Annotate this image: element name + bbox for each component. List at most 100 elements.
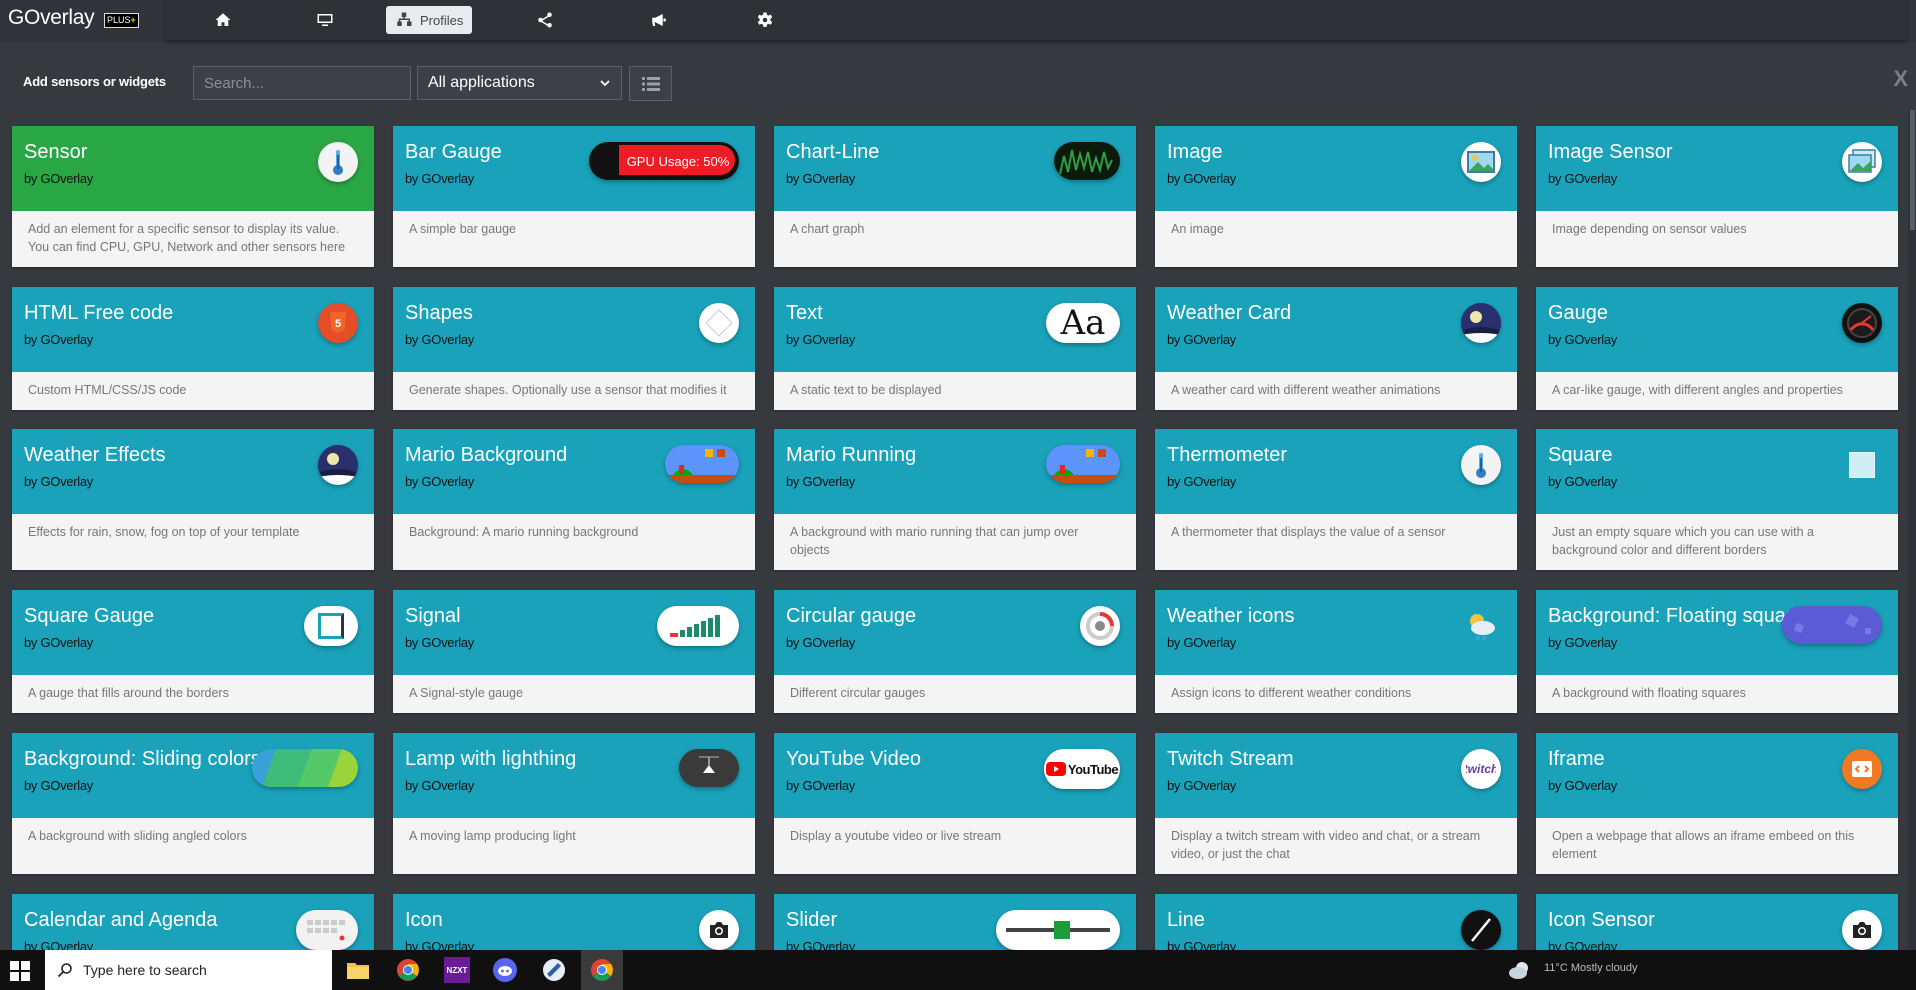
widget-card-author: by GOverlay <box>1548 171 1617 186</box>
widget-card[interactable]: Square Gauge by GOverlay A gauge that fill… <box>12 590 374 713</box>
widget-card-header: Gauge by GOverlay <box>1536 287 1898 372</box>
app-shortcut-icon[interactable] <box>540 956 568 984</box>
taskbar-search-box[interactable]: Type here to search <box>45 950 332 990</box>
nzxt-cam-icon[interactable]: NZXT <box>443 956 471 984</box>
widget-card[interactable]: Calendar and Agenda by GOverlay <box>12 894 374 950</box>
widget-card-header: Icon Sensor by GOverlay <box>1536 894 1898 950</box>
widget-card[interactable]: Image Sensor by GOverlay Image depending o… <box>1536 126 1898 267</box>
widget-card[interactable]: Square by GOverlay Just an empty square wh… <box>1536 429 1898 570</box>
widget-card[interactable]: Mario Background by GOverlay Background: A… <box>393 429 755 570</box>
widget-card-description: Background: A mario running background <box>409 525 639 539</box>
widget-card[interactable]: Signal by GOverlay A Signal-style gauge <box>393 590 755 713</box>
widget-card[interactable]: Shapes by GOverlay Generate shapes. Option… <box>393 287 755 410</box>
square-icon <box>1842 445 1882 485</box>
widget-card-header: Shapes by GOverlay <box>393 287 755 372</box>
widget-card-header: YouTube Video by GOverlay YouTube <box>774 733 1136 818</box>
widget-card-description: A background with floating squares <box>1552 686 1746 700</box>
widget-card-header: Mario Running by GOverlay <box>774 429 1136 514</box>
widget-card-author: by GOverlay <box>786 171 855 186</box>
widget-card-header: Icon by GOverlay <box>393 894 755 950</box>
widget-card-header: Square by GOverlay <box>1536 429 1898 514</box>
calendar-icon <box>296 910 358 950</box>
widget-card-header: Weather icons by GOverlay <box>1155 590 1517 675</box>
widget-card-author: by GOverlay <box>786 635 855 650</box>
widget-card[interactable]: Gauge by GOverlay A car-like gauge, with d… <box>1536 287 1898 410</box>
widget-card-title: Icon Sensor <box>1548 909 1655 931</box>
widget-card-title: Signal <box>405 605 461 627</box>
widget-card-title: Image <box>1167 141 1223 163</box>
widget-card[interactable]: Icon Sensor by GOverlay <box>1536 894 1898 950</box>
widget-card-header: Circular gauge by GOverlay <box>774 590 1136 675</box>
widget-card-title: Line <box>1167 909 1205 931</box>
widget-card-header: Square Gauge by GOverlay <box>12 590 374 675</box>
widget-card-description: A background with sliding angled colors <box>28 829 247 843</box>
speedometer-icon <box>1842 303 1882 343</box>
widget-card-description: Image depending on sensor values <box>1552 222 1747 236</box>
widget-card-title: Chart-Line <box>786 141 880 163</box>
sliding-colors-preview <box>252 749 358 787</box>
square-gauge-icon <box>304 606 358 646</box>
widget-card[interactable]: Iframe by GOverlay Open a webpage that all… <box>1536 733 1898 874</box>
widget-card[interactable]: Line by GOverlay <box>1155 894 1517 950</box>
widget-card[interactable]: Thermometer by GOverlay A thermometer that… <box>1155 429 1517 570</box>
widget-card[interactable]: Image by GOverlay An image <box>1155 126 1517 267</box>
widget-card[interactable]: Slider by GOverlay <box>774 894 1136 950</box>
widget-card[interactable]: Text by GOverlay Aa A static text to be dis… <box>774 287 1136 410</box>
widget-card[interactable]: Lamp with lighthing by GOverlay A moving l… <box>393 733 755 874</box>
widget-card-header: Image Sensor by GOverlay <box>1536 126 1898 211</box>
widget-card[interactable]: Mario Running by GOverlay A background wit… <box>774 429 1136 570</box>
weather-night-icon <box>318 445 358 485</box>
widget-card[interactable]: Sensor by GOverlay Add an element for a sp… <box>12 126 374 267</box>
scrollbar-track[interactable] <box>1908 110 1916 950</box>
widget-card-description: A static text to be displayed <box>790 383 942 397</box>
widget-card[interactable]: Twitch Stream by GOverlay twitch Display a … <box>1155 733 1517 874</box>
widget-card-title: Lamp with lighthing <box>405 748 577 770</box>
widget-card-description: Display a youtube video or live stream <box>790 829 1002 843</box>
widget-card-header: Sensor by GOverlay <box>12 126 374 211</box>
lamp-preview <box>679 749 739 787</box>
chrome-active-window-icon[interactable] <box>581 950 623 990</box>
widget-card[interactable]: HTML Free code by GOverlay 5 Custom HTML/CS… <box>12 287 374 410</box>
chrome-icon[interactable] <box>394 956 422 984</box>
widget-card-title: Weather icons <box>1167 605 1295 627</box>
widget-card[interactable]: Bar Gauge by GOverlay GPU Usage: 50% A simp… <box>393 126 755 267</box>
widget-card[interactable]: Background: Floating squares by GOverlay A… <box>1536 590 1898 713</box>
scrollbar-thumb[interactable] <box>1910 110 1915 230</box>
widget-card[interactable]: Weather Card by GOverlay A weather card wi… <box>1155 287 1517 410</box>
widget-card-description: A chart graph <box>790 222 865 236</box>
discord-icon[interactable] <box>491 956 519 984</box>
widget-card-title: Text <box>786 302 823 324</box>
image-icon <box>1461 142 1501 182</box>
widget-card-header: Twitch Stream by GOverlay twitch <box>1155 733 1517 818</box>
widget-card-title: Gauge <box>1548 302 1609 324</box>
widget-card[interactable]: YouTube Video by GOverlay YouTube Display a… <box>774 733 1136 874</box>
widget-card-description: Assign icons to different weather condit… <box>1171 686 1412 700</box>
widget-grid: Sensor by GOverlay Add an element for a sp… <box>0 0 1916 950</box>
widget-card[interactable]: Background: Sliding colors by GOverlay A b… <box>12 733 374 874</box>
line-icon <box>1461 910 1501 950</box>
windows-start-icon[interactable] <box>10 961 30 981</box>
widget-card-header: Text by GOverlay Aa <box>774 287 1136 372</box>
widget-card-author: by GOverlay <box>786 332 855 347</box>
bar-gauge-preview: GPU Usage: 50% <box>589 142 739 180</box>
widget-card-description: Effects for rain, snow, fog on top of yo… <box>28 525 300 539</box>
widget-card[interactable]: Chart-Line by GOverlay A chart graph <box>774 126 1136 267</box>
chart-line-preview <box>1054 142 1120 180</box>
widget-card[interactable]: Weather Effects by GOverlay Effects for ra… <box>12 429 374 570</box>
widget-card-title: Mario Running <box>786 444 917 466</box>
widget-card-title: YouTube Video <box>786 748 921 770</box>
widget-card-header: Weather Effects by GOverlay <box>12 429 374 514</box>
widget-card-description: Display a twitch stream with video and c… <box>1171 829 1481 861</box>
widget-card[interactable]: Weather icons by GOverlay Assign icons to … <box>1155 590 1517 713</box>
widget-card-header: Image by GOverlay <box>1155 126 1517 211</box>
widget-card[interactable]: Circular gauge by GOverlay Different circu… <box>774 590 1136 713</box>
widget-card-header: Iframe by GOverlay <box>1536 733 1898 818</box>
weather-tray-icon[interactable] <box>1508 960 1534 980</box>
file-explorer-icon[interactable] <box>344 956 372 984</box>
widget-card-author: by GOverlay <box>1167 778 1236 793</box>
widget-card[interactable]: Icon by GOverlay <box>393 894 755 950</box>
weather-icon <box>1461 606 1501 646</box>
widget-card-author: by GOverlay <box>405 474 474 489</box>
widget-card-title: Twitch Stream <box>1167 748 1294 770</box>
widget-card-title: Bar Gauge <box>405 141 502 163</box>
